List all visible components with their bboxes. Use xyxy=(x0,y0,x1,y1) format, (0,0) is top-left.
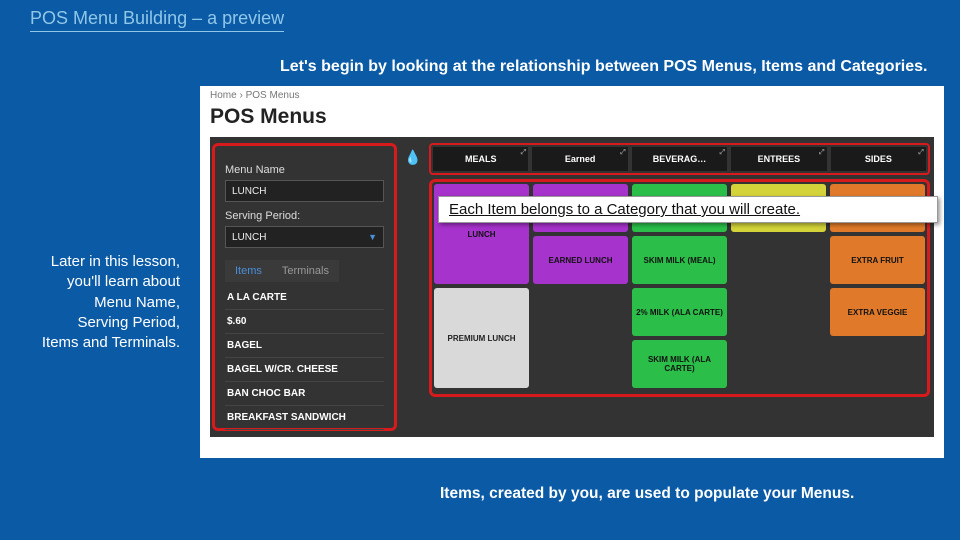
form-column: Menu Name LUNCH Serving Period: LUNCH ▼ … xyxy=(212,143,397,431)
app-screenshot: Home › POS Menus POS Menus Each Item bel… xyxy=(200,86,944,458)
category-header[interactable]: ENTREES ⤢ xyxy=(731,147,826,171)
tab-terminals[interactable]: Terminals xyxy=(272,260,339,282)
category-header[interactable]: MEALS ⤢ xyxy=(433,147,528,171)
caption-bottom: Items, created by you, are used to popul… xyxy=(440,485,854,503)
expand-icon[interactable]: ⤢ xyxy=(918,149,924,157)
list-item[interactable]: $.60 xyxy=(225,310,384,334)
serving-period-value: LUNCH xyxy=(232,232,266,243)
expand-icon[interactable]: ⤢ xyxy=(819,149,825,157)
menu-name-input[interactable]: LUNCH xyxy=(225,180,384,202)
breadcrumb: Home › POS Menus xyxy=(200,86,944,105)
breadcrumb-current: POS Menus xyxy=(246,90,300,101)
menu-name-value: LUNCH xyxy=(232,186,266,197)
tile-2pct-milk-ala[interactable]: 2% MILK (ALA CARTE) xyxy=(632,288,727,336)
list-item[interactable]: BAGEL W/CR. CHEESE xyxy=(225,358,384,382)
serving-period-select[interactable]: LUNCH ▼ xyxy=(225,226,384,248)
tile-earned-lunch[interactable]: EARNED LUNCH xyxy=(533,236,628,284)
expand-icon[interactable]: ⤢ xyxy=(720,149,726,157)
tile-extra-veggie[interactable]: EXTRA VEGGIE xyxy=(830,288,925,336)
annotation-callout: Each Item belongs to a Category that you… xyxy=(438,196,938,223)
category-label: ENTREES xyxy=(758,154,801,164)
expand-icon[interactable]: ⤢ xyxy=(620,149,626,157)
tabs: Items Terminals xyxy=(225,260,384,282)
menu-name-label: Menu Name xyxy=(225,164,384,176)
category-label: MEALS xyxy=(465,154,497,164)
drop-icon-column: 💧 xyxy=(401,137,425,437)
category-label: BEVERAG… xyxy=(653,154,707,164)
annotation-text: Each Item belongs to a Category that you… xyxy=(449,201,800,218)
category-header[interactable]: Earned ⤢ xyxy=(532,147,627,171)
caption-left: Later in this lesson, you'll learn about… xyxy=(40,252,180,353)
chevron-down-icon: ▼ xyxy=(368,232,377,242)
category-header-row: MEALS ⤢ Earned ⤢ BEVERAG… ⤢ ENTREES ⤢ SIDES ⤢ xyxy=(429,143,930,175)
list-item[interactable]: BAGEL xyxy=(225,334,384,358)
category-header[interactable]: SIDES ⤢ xyxy=(831,147,926,171)
breadcrumb-home[interactable]: Home xyxy=(210,90,237,101)
category-label: Earned xyxy=(565,154,596,164)
list-item[interactable]: BREAKFAST SANDWICH xyxy=(225,406,384,430)
breadcrumb-sep: › xyxy=(239,90,242,101)
slide-title: POS Menu Building – a preview xyxy=(30,8,284,32)
droplet-icon: 💧 xyxy=(404,149,421,165)
tile-premium-lunch[interactable]: PREMIUM LUNCH xyxy=(434,288,529,388)
intro-text: Let's begin by looking at the relationsh… xyxy=(280,58,927,76)
expand-icon[interactable]: ⤢ xyxy=(521,149,527,157)
page-heading: POS Menus xyxy=(200,105,944,137)
tile-skim-milk-meal[interactable]: SKIM MILK (MEAL) xyxy=(632,236,727,284)
tab-items[interactable]: Items xyxy=(225,260,272,282)
serving-period-label: Serving Period: xyxy=(225,210,384,222)
item-list: A LA CARTE $.60 BAGEL BAGEL W/CR. CHEESE… xyxy=(225,286,384,430)
category-label: SIDES xyxy=(865,154,892,164)
category-header[interactable]: BEVERAG… ⤢ xyxy=(632,147,727,171)
menu-grid: MEALS ⤢ Earned ⤢ BEVERAG… ⤢ ENTREES ⤢ SIDES ⤢… xyxy=(425,137,934,437)
tile-skim-milk-ala[interactable]: SKIM MILK (ALA CARTE) xyxy=(632,340,727,388)
tile-extra-fruit[interactable]: EXTRA FRUIT xyxy=(830,236,925,284)
list-item[interactable]: BAN CHOC BAR xyxy=(225,382,384,406)
editor-panel: Each Item belongs to a Category that you… xyxy=(210,137,934,437)
list-item[interactable]: A LA CARTE xyxy=(225,286,384,310)
